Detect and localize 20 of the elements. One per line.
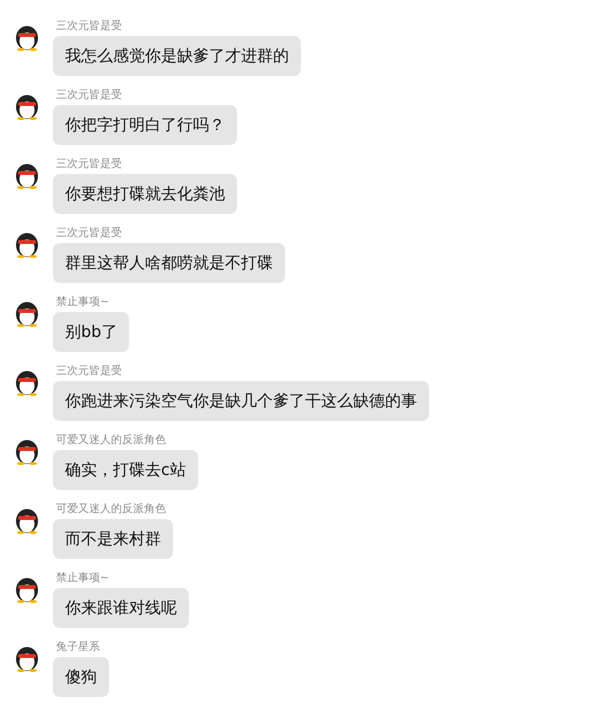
sender-name: 三次元皆是受 (56, 226, 122, 239)
message-bubble: 而不是来村群 (53, 519, 173, 559)
sender-name: 三次元皆是受 (56, 88, 122, 101)
sender-name: 三次元皆是受 (56, 364, 122, 377)
sender-name: 禁止事项~ (56, 571, 110, 584)
sender-name: 可爱又迷人的反派角色 (56, 433, 166, 446)
message-bubble: 我怎么感觉你是缺爹了才进群的 (53, 36, 301, 76)
message-bubble: 确实，打碟去c站 (53, 450, 198, 490)
message-bubble: 别bb了 (53, 312, 130, 352)
message-bubble: 傻狗 (53, 657, 109, 697)
message-bubble: 你跑进来污染空气你是缺几个爹了干这么缺德的事 (53, 381, 429, 421)
sender-name: 禁止事项~ (56, 295, 110, 308)
message-bubble: 你把字打明白了行吗？ (53, 105, 237, 145)
message-bubble: 群里这帮人啥都唠就是不打碟 (53, 243, 285, 283)
message-bubble: 你要想打碟就去化粪池 (53, 174, 237, 214)
sender-name: 三次元皆是受 (56, 19, 122, 32)
sender-name: 兔子星系 (56, 640, 100, 653)
sender-name: 三次元皆是受 (56, 157, 122, 170)
sender-name: 可爱又迷人的反派角色 (56, 502, 166, 515)
message-bubble: 你来跟谁对线呢 (53, 588, 189, 628)
